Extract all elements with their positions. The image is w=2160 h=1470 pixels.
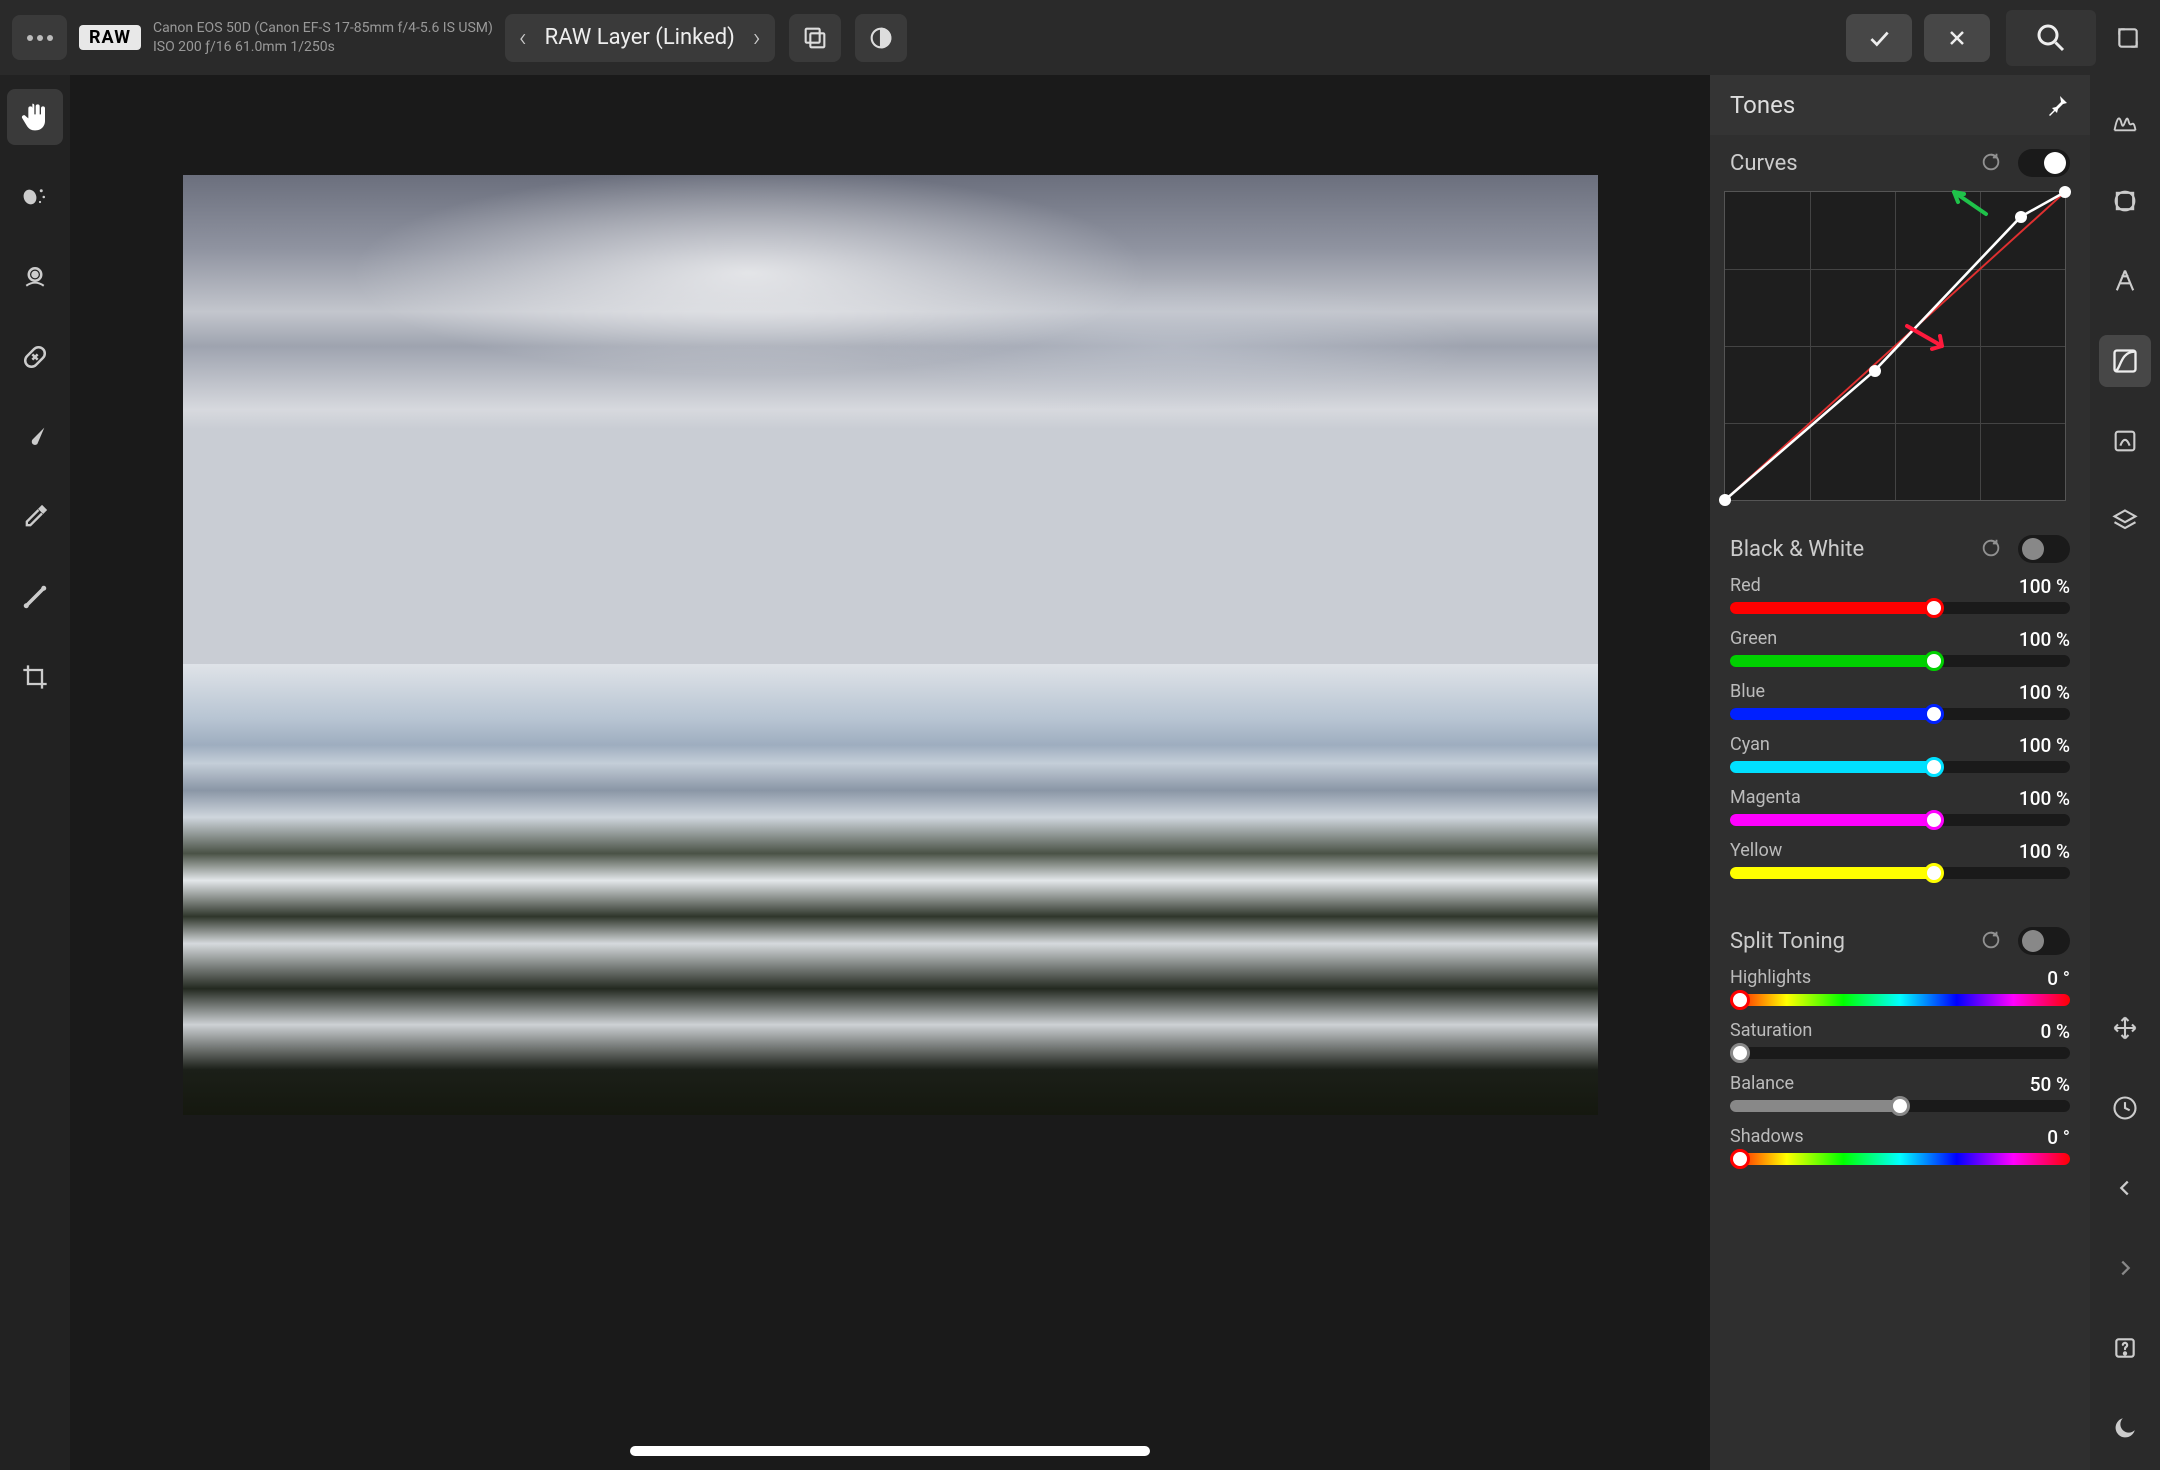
highlights-value: 0 ° [2047,967,2070,990]
bw-channel-slider[interactable] [1730,602,2070,614]
saturation-slider[interactable] [1730,1047,2070,1059]
curves-toggle[interactable] [2018,149,2070,177]
detail-icon[interactable] [2099,415,2151,467]
red-arrow-annotation [1902,321,1962,361]
expand-icon[interactable] [2108,25,2148,51]
bw-label: Black & White [1730,537,1864,562]
reset-icon[interactable] [1980,151,2004,175]
bw-channel-slider[interactable] [1730,761,2070,773]
bw-slider-green: Green 100 % [1730,628,2070,667]
balance-value: 50 % [2030,1073,2070,1096]
layers-icon[interactable] [2099,495,2151,547]
bw-slider-cyan: Cyan 100 % [1730,734,2070,773]
curves-section-header: Curves [1710,135,2090,187]
cancel-button[interactable] [1924,14,1990,62]
bw-slider-magenta: Magenta 100 % [1730,787,2070,826]
green-arrow-annotation [1946,186,2006,226]
panel-header: Tones [1710,75,2090,135]
moon-icon[interactable] [2099,1402,2151,1454]
histogram-icon[interactable] [2099,95,2151,147]
help-icon[interactable] [2099,1322,2151,1374]
highlights-hue-slider[interactable] [1730,994,2070,1006]
shadows-hue-slider[interactable] [1730,1153,2070,1165]
layer-navigator: ‹ RAW Layer (Linked) › [505,14,775,62]
gradient-tool[interactable] [7,569,63,625]
move-icon[interactable] [2099,1002,2151,1054]
bw-channel-label: Yellow [1730,840,1782,863]
balance-slider[interactable] [1730,1100,2070,1112]
crop-tool[interactable] [7,649,63,705]
bw-channel-label: Red [1730,575,1761,598]
split-toning-toggle[interactable] [2018,927,2070,955]
reset-icon[interactable] [1980,537,2004,561]
bw-channel-value: 100 % [2019,734,2070,757]
camera-metadata: Canon EOS 50D (Canon EF-S 17-85mm f/4-5.… [153,19,493,55]
panel-title: Tones [1730,91,1795,119]
eyedropper-tool[interactable] [7,489,63,545]
perspective-icon[interactable] [2099,255,2151,307]
home-indicator [630,1446,1150,1456]
raw-badge: RAW [79,25,141,50]
curves-panel-icon[interactable] [2099,335,2151,387]
tones-panel: Tones Curves Black & [1710,75,2090,1470]
bw-channel-value: 100 % [2019,628,2070,651]
menu-button[interactable] [12,15,67,60]
split-toning-section-header: Split Toning [1710,913,2090,965]
curves-label: Curves [1730,151,1798,176]
bw-channel-value: 100 % [2019,787,2070,810]
wand-blob-tool[interactable] [7,169,63,225]
bw-channel-label: Magenta [1730,787,1801,810]
pin-icon[interactable] [2046,93,2070,117]
prev-layer-button[interactable]: ‹ [519,23,527,53]
circle-split-button[interactable] [855,14,907,62]
bw-slider-yellow: Yellow 100 % [1730,840,2070,879]
transform-icon[interactable] [2099,175,2151,227]
highlights-label: Highlights [1730,967,1811,990]
camera-model: Canon EOS 50D (Canon EF-S 17-85mm f/4-5.… [153,19,493,37]
bw-channel-value: 100 % [2019,840,2070,863]
canvas-area[interactable] [70,75,1710,1470]
reset-icon[interactable] [1980,929,2004,953]
history-icon[interactable] [2099,1082,2151,1134]
bw-channel-slider[interactable] [1730,708,2070,720]
image-preview [183,175,1598,1115]
left-toolbar [0,75,70,1470]
bw-section-header: Black & White [1710,521,2090,573]
bw-channel-value: 100 % [2019,681,2070,704]
zoom-search-button[interactable] [2006,10,2096,66]
brush-tool[interactable] [7,409,63,465]
bw-slider-red: Red 100 % [1730,575,2070,614]
next-layer-button[interactable]: › [753,23,761,53]
saturation-label: Saturation [1730,1020,1812,1043]
bw-slider-blue: Blue 100 % [1730,681,2070,720]
bw-toggle[interactable] [2018,535,2070,563]
bw-channel-slider[interactable] [1730,814,2070,826]
accept-button[interactable] [1846,14,1912,62]
balance-label: Balance [1730,1073,1794,1096]
bw-channel-slider[interactable] [1730,867,2070,879]
curves-editor[interactable] [1724,191,2066,501]
top-bar: RAW Canon EOS 50D (Canon EF-S 17-85mm f/… [0,0,2160,75]
shadows-label: Shadows [1730,1126,1804,1149]
bw-channel-slider[interactable] [1730,655,2070,667]
shadows-value: 0 ° [2047,1126,2070,1149]
prev-icon[interactable] [2099,1162,2151,1214]
hand-tool[interactable] [7,89,63,145]
layer-label: RAW Layer (Linked) [545,25,735,50]
saturation-value: 0 % [2040,1020,2070,1043]
bw-channel-label: Cyan [1730,734,1770,757]
bw-channel-value: 100 % [2019,575,2070,598]
bw-channel-label: Blue [1730,681,1765,704]
right-toolbar [2090,75,2160,1470]
redeye-tool[interactable] [7,249,63,305]
layers-stack-button[interactable] [789,14,841,62]
camera-exposure: ISO 200 ƒ/16 61.0mm 1/250s [153,38,493,56]
split-toning-label: Split Toning [1730,929,1845,954]
bw-channel-label: Green [1730,628,1777,651]
heal-tool[interactable] [7,329,63,385]
next-icon[interactable] [2099,1242,2151,1294]
